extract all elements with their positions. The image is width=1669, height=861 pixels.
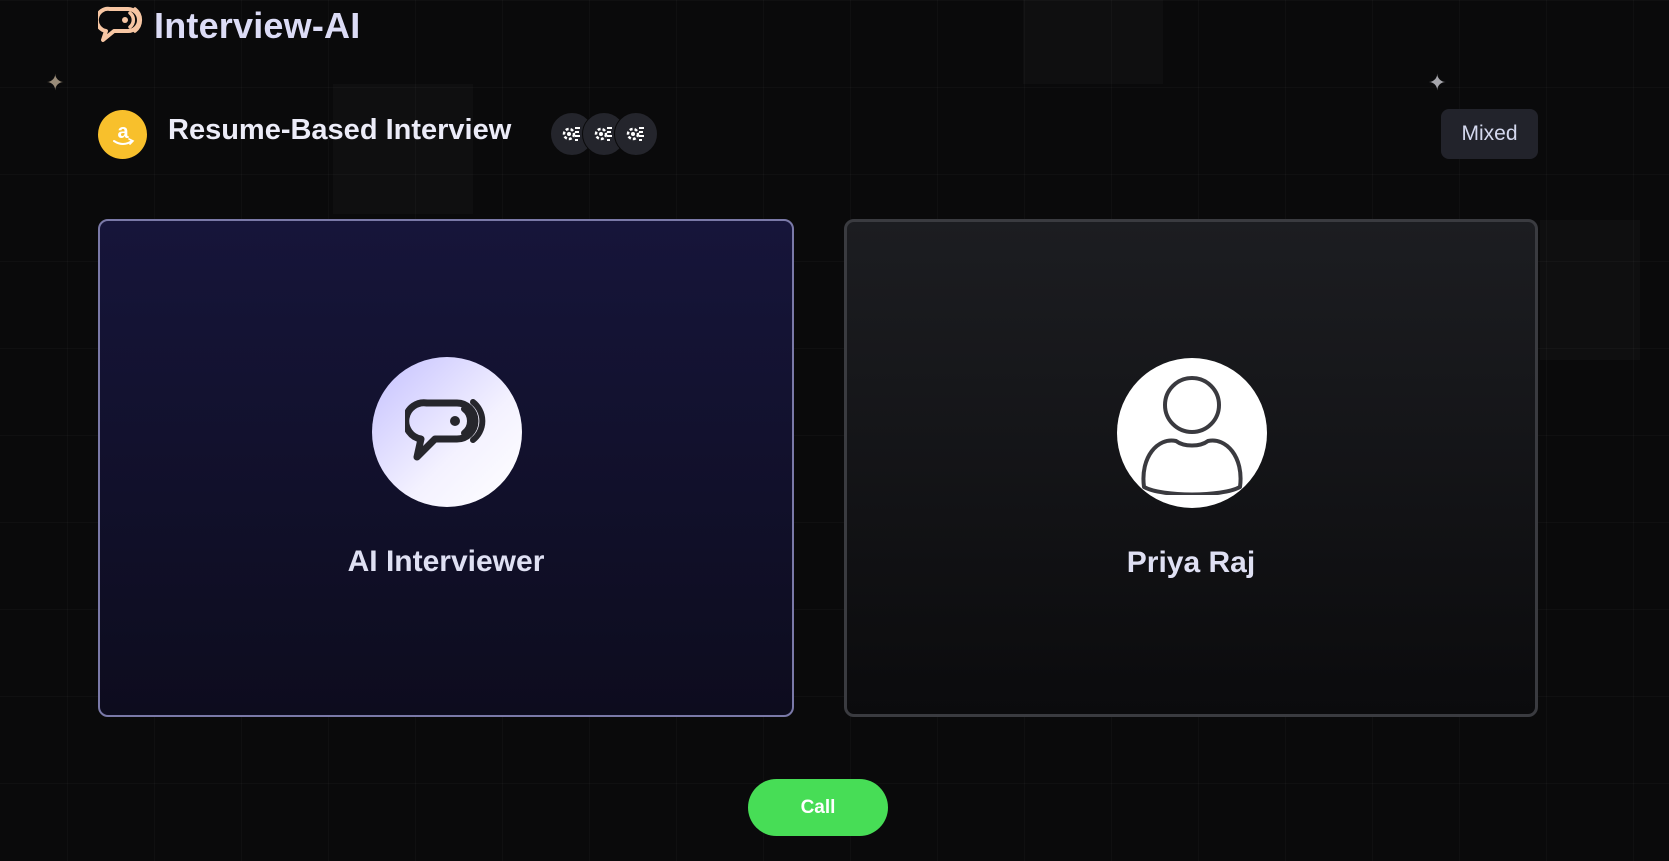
call-button[interactable]: Call [748,779,888,836]
interview-type-badge: Mixed [1441,109,1538,159]
background-tile [1540,220,1640,360]
app-header: Interview-AI [94,4,361,49]
ai-interviewer-name: AI Interviewer [347,545,545,578]
candidate-name: Priya Raj [1126,546,1256,579]
user-avatar-icon [1132,367,1252,500]
user-avatar [1117,358,1267,508]
candidate-card: Priya Raj [844,219,1538,717]
tech-stack-icon [614,112,658,156]
ai-interviewer-card: AI Interviewer [98,219,794,717]
app-title: Interview-AI [154,5,361,46]
chat-voice-icon[interactable] [94,4,144,49]
sparkle-icon: ✦ [1428,70,1447,95]
svg-text:a: a [117,121,129,143]
interview-title: Resume-Based Interview [168,114,512,146]
chat-voice-icon [402,395,489,470]
ai-avatar [372,357,522,507]
interview-header: a Resume-Based Interview Mixed [98,108,1538,160]
background-tile [1023,0,1163,84]
tech-stack [550,112,658,156]
sparkle-icon: ✦ [46,70,65,95]
amazon-logo: a [98,110,147,159]
